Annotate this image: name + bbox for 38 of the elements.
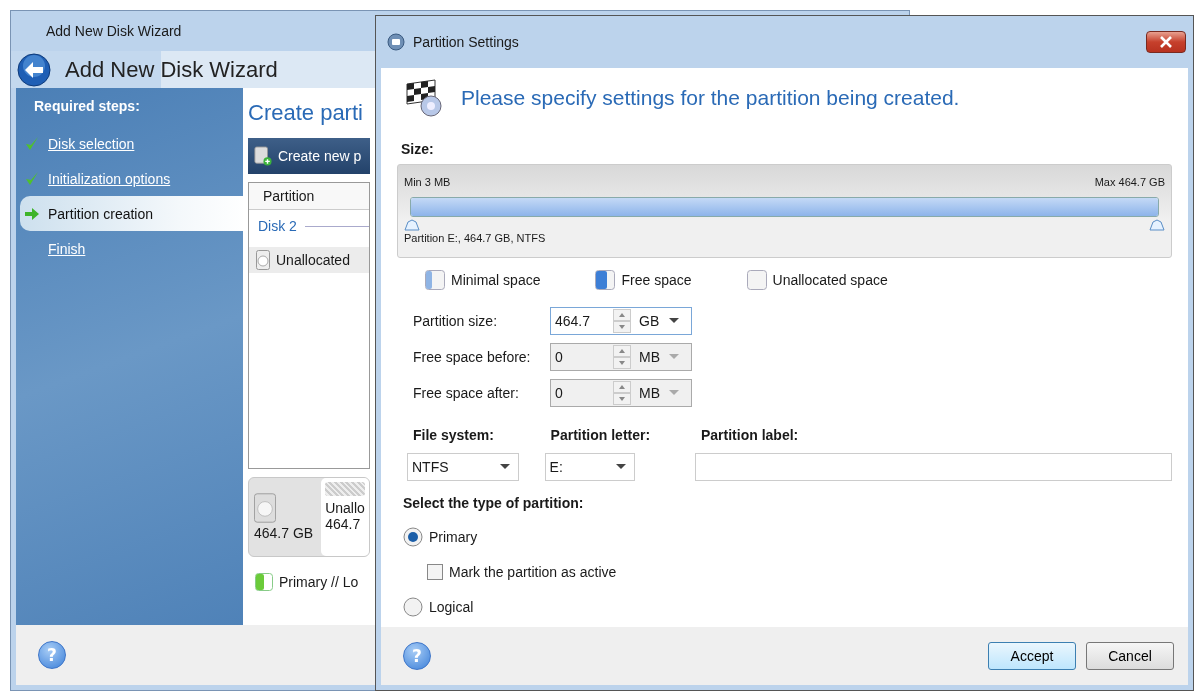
max-label: Max 464.7 GB	[1094, 176, 1165, 188]
spin-field[interactable]: 464.7 GB	[550, 307, 692, 335]
sidebar-item[interactable]: Disk selection	[16, 126, 243, 161]
field-label: File system:	[412, 427, 495, 443]
file-system-dropdown[interactable]: NTFS	[407, 453, 519, 481]
unallocated-segment[interactable]: Unallo 464.7	[321, 478, 369, 556]
sidebar-item[interactable]: Initialization options	[16, 161, 243, 196]
partition-caption: Partition E:, 464.7 GB, NTFS	[404, 232, 547, 244]
window-title: Add New Disk Wizard	[46, 23, 182, 39]
legend-label: Primary // Lo	[279, 574, 359, 590]
partition-letter-dropdown[interactable]: E:	[544, 453, 635, 481]
page-title: Create parti	[248, 100, 364, 127]
accept-button[interactable]: Accept	[988, 642, 1076, 670]
group-label: Disk 2	[258, 218, 297, 234]
create-partition-button[interactable]: Create new p	[248, 146, 368, 166]
table-row[interactable]: Unallocated	[249, 247, 369, 273]
steps-heading: Required steps:	[33, 98, 141, 116]
cancel-button[interactable]: Cancel	[1086, 642, 1174, 670]
legend-label: Unallocated space	[772, 272, 888, 288]
wizard-heading: Add New Disk Wizard	[65, 56, 278, 83]
partition-type-heading: Select the type of partition:	[403, 495, 585, 511]
option-label: Primary	[429, 528, 478, 545]
size-label: Size:	[401, 141, 435, 157]
disk-capacity: 464.7 GB	[254, 525, 314, 541]
dialog-heading: Please specify settings for the partition being created.	[461, 86, 960, 110]
dialog-title: Partition Settings	[413, 34, 519, 50]
min-label: Min 3 MB	[404, 176, 451, 188]
option-label: Logical	[429, 598, 474, 615]
field-label: Free space before:	[413, 349, 532, 365]
field-label: Partition letter:	[549, 427, 652, 443]
legend-label: Free space	[621, 272, 692, 288]
option-label: Mark the partition as active	[449, 563, 617, 580]
field-label: Free space after:	[413, 385, 520, 401]
table-cell: Unallocated	[276, 252, 350, 268]
legend-label: Minimal space	[451, 272, 541, 288]
field-label: Partition size:	[413, 313, 499, 329]
field-label: Partition label:	[700, 427, 800, 443]
column-header[interactable]: Partition	[249, 183, 369, 210]
